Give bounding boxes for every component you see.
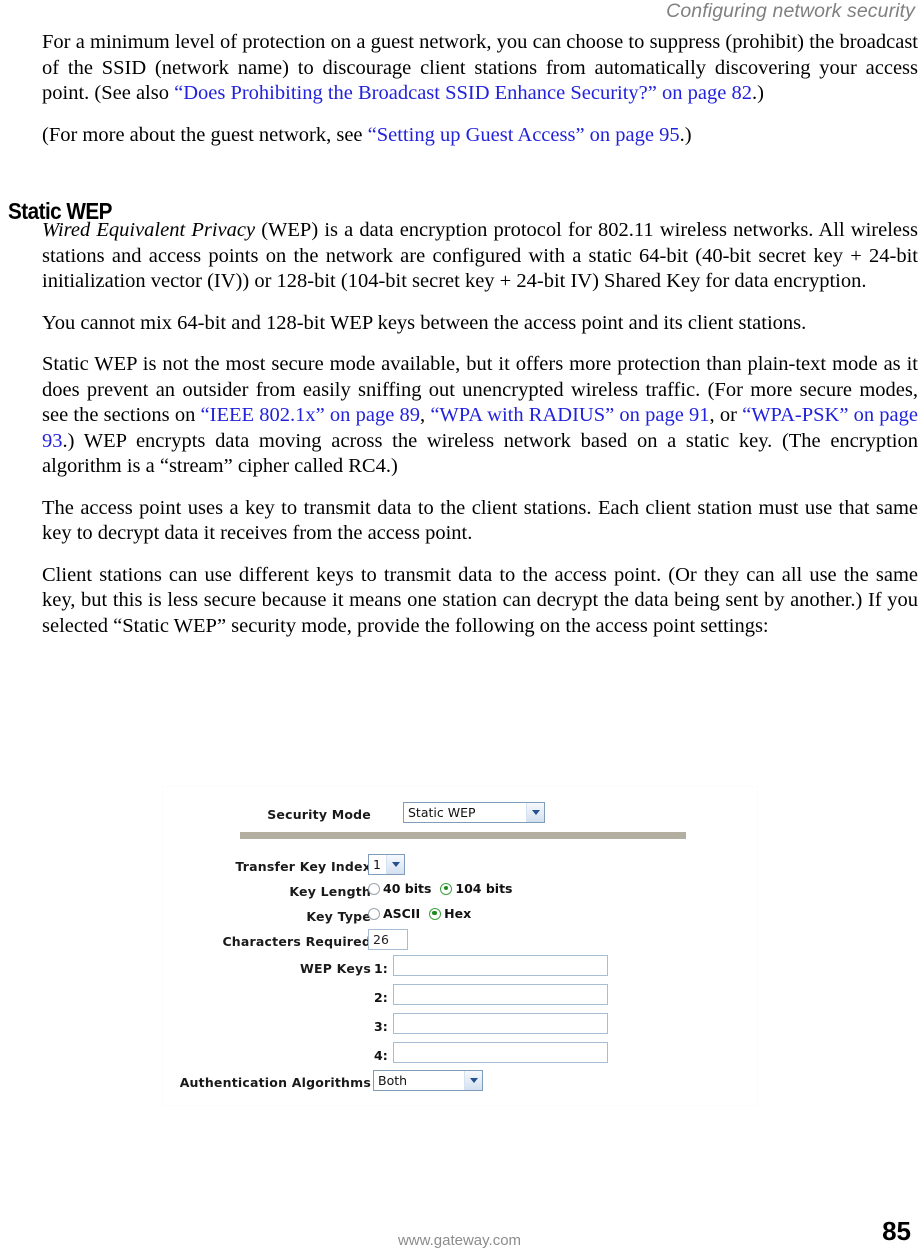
key-type-option-ascii-label: ASCII (383, 906, 421, 921)
page-content: For a minimum level of protection on a g… (42, 30, 918, 655)
cross-reference-link[interactable]: “Does Prohibiting the Broadcast SSID Enh… (174, 82, 752, 104)
paragraph-access-point-key: The access point uses a key to transmit … (42, 496, 918, 545)
wep-keys-label: WEP Keys (300, 961, 371, 976)
paragraph-text: (For more about the guest network, see (42, 123, 368, 146)
wep-key-row-2: 2: (374, 987, 388, 1006)
key-length-option-40bits[interactable]: 40 bits (368, 881, 431, 896)
key-type-option-hex-label: Hex (444, 906, 472, 921)
chevron-down-icon (526, 803, 544, 822)
radio-button-selected-icon[interactable] (440, 882, 453, 895)
cross-reference-link[interactable]: “Setting up Guest Access” on page 95 (368, 124, 680, 146)
key-length-option-104bits[interactable]: 104 bits (440, 881, 513, 896)
running-header: Configuring network security (666, 0, 915, 22)
footer-url: www.gateway.com (397, 1232, 522, 1249)
paragraph-text-tail: .) (679, 123, 692, 146)
authentication-algorithms-select[interactable]: Both (373, 1070, 483, 1091)
page-section-heading: Static WEP (8, 198, 112, 224)
radio-button-icon[interactable] (368, 882, 380, 895)
transfer-key-index-label: Transfer Key Index (235, 859, 371, 874)
radio-button-icon[interactable] (368, 907, 380, 920)
key-length-radio-group: 40 bits 104 bits (368, 881, 513, 896)
key-length-option-40bits-label: 40 bits (383, 881, 432, 896)
static-wep-settings-screenshot: Security Mode Static WEP Transfer Key In… (163, 787, 757, 1105)
key-type-label: Key Type (306, 909, 371, 924)
security-mode-value: Static WEP (408, 805, 476, 820)
authentication-algorithms-label: Authentication Algorithms (179, 1075, 371, 1090)
chevron-down-icon (464, 1071, 482, 1090)
radio-button-selected-icon[interactable] (429, 907, 442, 920)
wep-key-input-4[interactable] (393, 1042, 608, 1063)
chevron-down-icon (386, 855, 404, 874)
paragraph-separator: , or (709, 404, 743, 426)
transfer-key-index-value: 1 (373, 857, 381, 872)
cross-reference-link-ieee8021x[interactable]: “IEEE 802.1x” on page 89 (201, 404, 420, 426)
wep-key-input-2[interactable] (393, 984, 608, 1005)
paragraph-guest-network-see-also: (For more about the guest network, see “… (42, 123, 918, 149)
paragraph-text-tail: .) (751, 82, 764, 104)
key-length-label: Key Length (289, 884, 371, 899)
wep-key-row-4: 4: (374, 1045, 388, 1064)
transfer-key-index-select[interactable]: 1 (368, 854, 405, 875)
key-length-option-104bits-label: 104 bits (455, 881, 513, 896)
wep-key-row-3: 3: (374, 1016, 388, 1035)
section-divider (240, 832, 686, 839)
footer-page-number: 85 (882, 1216, 911, 1246)
characters-required-label: Characters Required (222, 934, 371, 949)
paragraph-text-tail: .) WEP encrypts data moving across the w… (42, 429, 918, 478)
wep-key-input-1[interactable] (393, 955, 608, 976)
paragraph-wep-definition: Wired Equivalent Privacy (WEP) is a data… (42, 218, 918, 295)
paragraph-separator: , (420, 404, 431, 426)
wep-key-input-3[interactable] (393, 1013, 608, 1034)
security-mode-select[interactable]: Static WEP (403, 802, 545, 823)
authentication-algorithms-value: Both (378, 1073, 408, 1088)
paragraph-cannot-mix-keys: You cannot mix 64-bit and 128-bit WEP ke… (42, 311, 807, 334)
wep-key-index-4: 4: (374, 1048, 388, 1063)
security-mode-label: Security Mode (267, 807, 371, 822)
key-type-option-ascii[interactable]: ASCII (368, 906, 420, 921)
key-type-radio-group: ASCII Hex (368, 906, 471, 921)
characters-required-input[interactable]: 26 (368, 929, 408, 950)
paragraph-static-wep-security: Static WEP is not the most secure mode a… (42, 352, 918, 480)
wep-key-index-2: 2: (374, 990, 388, 1005)
paragraph-guest-network-ssid: For a minimum level of protection on a g… (42, 30, 918, 107)
cross-reference-link-wpa-radius[interactable]: “WPA with RADIUS” on page 91 (430, 404, 709, 426)
key-type-option-hex[interactable]: Hex (429, 906, 471, 921)
paragraph-client-stations-keys: Client stations can use different keys t… (42, 563, 918, 637)
wep-key-index-3: 3: (374, 1019, 388, 1034)
wep-key-index-1: 1: (374, 961, 388, 976)
wep-key-row-1: 1: (374, 958, 388, 977)
